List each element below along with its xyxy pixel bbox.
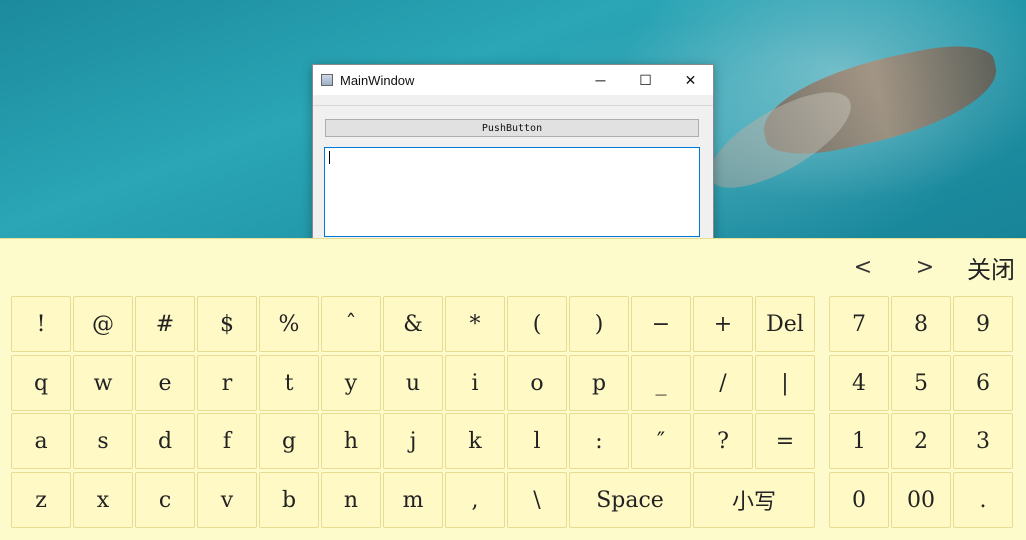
soft-keyboard: < > 关闭 ! @ # $% ˆ & *() − + Del q w e r t y u i o p _ / | a s d f g… <box>0 238 1026 540</box>
key-p[interactable]: p <box>569 355 629 411</box>
key-u[interactable]: u <box>383 355 443 411</box>
key-l[interactable]: l <box>507 413 567 469</box>
key-lowercase[interactable]: 小写 <box>693 472 815 528</box>
title-bar[interactable]: MainWindow ─ ☐ ✕ <box>313 65 713 95</box>
numkey-0[interactable]: 0 <box>829 472 889 528</box>
key-equals[interactable]: = <box>755 413 815 469</box>
key-plus[interactable]: + <box>693 296 753 352</box>
numkey-1[interactable]: 1 <box>829 413 889 469</box>
numkey-2[interactable]: 2 <box>891 413 951 469</box>
key-slash[interactable]: / <box>693 355 753 411</box>
next-page-button[interactable]: > <box>894 239 956 295</box>
key-x[interactable]: x <box>73 472 133 528</box>
key-dollar[interactable]: $ <box>197 296 257 352</box>
keyboard-toolbar: < > 关闭 <box>832 239 1026 295</box>
key-f[interactable]: f <box>197 413 257 469</box>
key-h[interactable]: h <box>321 413 381 469</box>
menu-bar <box>313 95 713 106</box>
key-c[interactable]: c <box>135 472 195 528</box>
key-s[interactable]: s <box>73 413 133 469</box>
key-percent[interactable]: % <box>259 296 319 352</box>
key-d[interactable]: d <box>135 413 195 469</box>
numkey-7[interactable]: 7 <box>829 296 889 352</box>
key-hash[interactable]: # <box>135 296 195 352</box>
key-e[interactable]: e <box>135 355 195 411</box>
prev-page-button[interactable]: < <box>832 239 894 295</box>
key-comma[interactable]: , <box>445 472 505 528</box>
push-button[interactable]: PushButton <box>325 119 699 137</box>
key-y[interactable]: y <box>321 355 381 411</box>
key-space[interactable]: Space <box>569 472 691 528</box>
numkey-8[interactable]: 8 <box>891 296 951 352</box>
key-backslash[interactable]: \ <box>507 472 567 528</box>
key-b[interactable]: b <box>259 472 319 528</box>
numkey-dot[interactable]: . <box>953 472 1013 528</box>
main-window: MainWindow ─ ☐ ✕ PushButton <box>312 64 714 246</box>
key-pipe[interactable]: | <box>755 355 815 411</box>
key-z[interactable]: z <box>11 472 71 528</box>
numkey-00[interactable]: 00 <box>891 472 951 528</box>
key-colon[interactable]: : <box>569 413 629 469</box>
key-caret[interactable]: ˆ <box>321 296 381 352</box>
minimize-button[interactable]: ─ <box>578 65 623 95</box>
window-title: MainWindow <box>340 72 415 88</box>
numkey-9[interactable]: 9 <box>953 296 1013 352</box>
key-exclaim[interactable]: ! <box>11 296 71 352</box>
key-a[interactable]: a <box>11 413 71 469</box>
key-at[interactable]: @ <box>73 296 133 352</box>
numkey-6[interactable]: 6 <box>953 355 1013 411</box>
numkey-5[interactable]: 5 <box>891 355 951 411</box>
key-g[interactable]: g <box>259 413 319 469</box>
key-rparen[interactable]: ) <box>569 296 629 352</box>
key-q[interactable]: q <box>11 355 71 411</box>
key-k[interactable]: k <box>445 413 505 469</box>
key-j[interactable]: j <box>383 413 443 469</box>
key-ampersand[interactable]: & <box>383 296 443 352</box>
key-n[interactable]: n <box>321 472 381 528</box>
key-minus[interactable]: − <box>631 296 691 352</box>
keyboard-close-button[interactable]: 关闭 <box>956 239 1026 295</box>
key-m[interactable]: m <box>383 472 443 528</box>
key-lparen[interactable]: ( <box>507 296 567 352</box>
app-icon <box>321 74 333 86</box>
key-o[interactable]: o <box>507 355 567 411</box>
key-del[interactable]: Del <box>755 296 815 352</box>
close-button[interactable]: ✕ <box>668 65 713 95</box>
key-question[interactable]: ? <box>693 413 753 469</box>
numkey-4[interactable]: 4 <box>829 355 889 411</box>
key-asterisk[interactable]: * <box>445 296 505 352</box>
key-v[interactable]: v <box>197 472 257 528</box>
text-caret <box>329 151 330 164</box>
key-t[interactable]: t <box>259 355 319 411</box>
key-r[interactable]: r <box>197 355 257 411</box>
text-edit[interactable] <box>324 147 700 237</box>
key-i[interactable]: i <box>445 355 505 411</box>
key-underscore[interactable]: _ <box>631 355 691 411</box>
maximize-button[interactable]: ☐ <box>623 65 668 95</box>
key-quote[interactable]: ″ <box>631 413 691 469</box>
numkey-3[interactable]: 3 <box>953 413 1013 469</box>
key-w[interactable]: w <box>73 355 133 411</box>
